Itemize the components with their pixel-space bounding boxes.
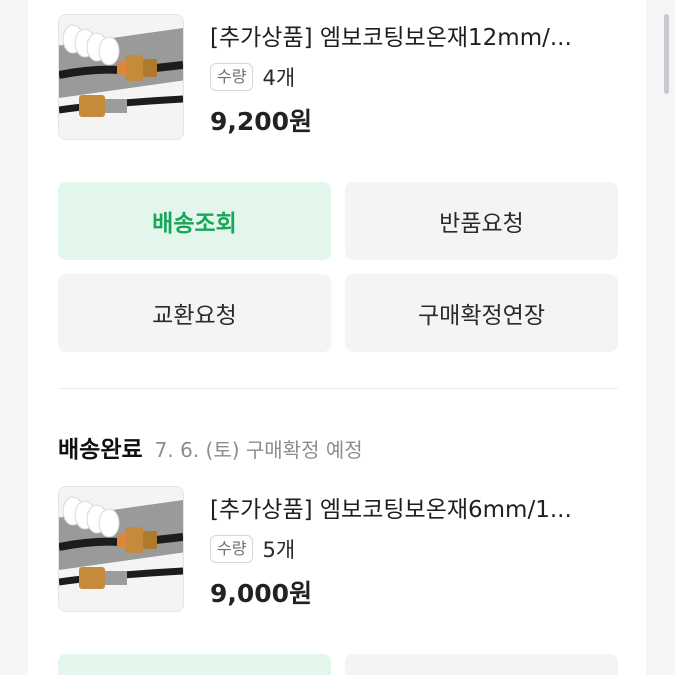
insulation-pipe-image <box>59 487 183 611</box>
quantity-badge: 수량 <box>210 535 254 563</box>
product-thumbnail[interactable] <box>58 486 184 612</box>
quantity-row: 수량 5개 <box>210 533 295 565</box>
order-status-row: 배송완료 7. 6. (토) 구매확정 예정 <box>58 430 363 464</box>
product-thumbnail[interactable] <box>58 14 184 140</box>
status-label: 배송완료 <box>58 437 143 463</box>
quantity-value: 4개 <box>262 66 296 90</box>
insulation-pipe-image <box>59 15 183 139</box>
return-request-button[interactable]: 반품요청 <box>345 182 618 260</box>
product-price: 9,200원 <box>210 107 313 136</box>
order-detail-screen: [추가상품] 엠보코팅보온재12mm/... 수량 4개 9,200원 배송조회… <box>0 0 675 675</box>
product-item[interactable]: [추가상품] 엠보코팅보온재12mm/... 수량 4개 9,200원 <box>58 14 618 140</box>
scrollbar-thumb[interactable] <box>664 14 669 94</box>
status-note: 7. 6. (토) 구매확정 예정 <box>154 438 363 462</box>
product-title[interactable]: [추가상품] 엠보코팅보온재6mm/1... <box>210 494 620 526</box>
extend-confirmation-button[interactable]: 구매확정연장 <box>345 274 618 352</box>
quantity-value: 5개 <box>262 538 296 562</box>
right-background <box>646 0 675 675</box>
quantity-row: 수량 4개 <box>210 61 295 93</box>
product-item[interactable]: [추가상품] 엠보코팅보온재6mm/1... 수량 5개 9,000원 <box>58 486 618 612</box>
exchange-request-button[interactable]: 교환요청 <box>58 274 331 352</box>
track-delivery-button[interactable]: 배송조회 <box>58 182 331 260</box>
section-divider <box>58 388 618 389</box>
quantity-badge: 수량 <box>210 63 254 91</box>
track-delivery-button-partial[interactable] <box>58 654 331 675</box>
product-price: 9,000원 <box>210 579 313 608</box>
product-title[interactable]: [추가상품] 엠보코팅보온재12mm/... <box>210 22 620 54</box>
return-request-button-partial[interactable] <box>345 654 618 675</box>
left-background <box>0 0 28 675</box>
